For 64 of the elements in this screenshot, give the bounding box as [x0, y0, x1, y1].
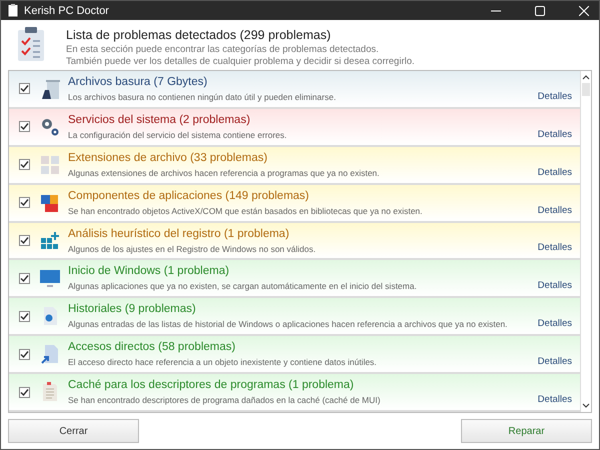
close-dialog-button[interactable]: Cerrar — [8, 419, 139, 443]
category-title: Historiales (9 problemas) — [68, 303, 197, 316]
category-description: El acceso directo hace referencia a un objeto inexistente y contiene datos inútiles. — [68, 357, 378, 368]
category-description: Los archivos basura no contienen ningún dato útil y pueden eliminarse. — [68, 92, 337, 102]
details-link[interactable]: Detalles — [538, 356, 572, 368]
checkbox[interactable] — [19, 386, 30, 398]
details-link[interactable]: Detalles — [538, 318, 572, 330]
checkbox[interactable] — [19, 310, 30, 322]
shortcut-icon — [39, 343, 61, 366]
category-row[interactable]: Archivos basura (7 Gbytes) Los archivos basura no contienen ningún dato útil y pueden eliminarse. Detalles — [9, 71, 580, 109]
repair-button[interactable]: Reparar — [461, 419, 592, 443]
blocks-icon — [39, 230, 61, 252]
scroll-down-icon[interactable] — [582, 403, 590, 409]
header-description: En esta sección puede encontrar las categorías de problemas detectados. — [66, 44, 380, 56]
grid-icon — [39, 154, 61, 176]
category-title: Inicio de Windows (1 problema) — [68, 265, 230, 278]
category-description: Se han encontrado objetos ActiveX/COM que están basados en bibliotecas que ya no existen. — [68, 206, 424, 216]
checkbox[interactable] — [19, 159, 30, 170]
category-description: Algunas entradas de las listas de historial de Windows o aplicaciones hacen referencia a archivos que ya no existen. — [68, 319, 508, 330]
category-row[interactable]: Inicio de Windows (1 problema) Algunas aplicaciones que ya no existen, se cargan automáticamente en el inicio del sistema. Detalles — [9, 260, 580, 298]
category-title: Componentes de aplicaciones (149 problemas) — [68, 190, 310, 202]
details-link[interactable]: Detalles — [538, 280, 572, 292]
category-row[interactable]: Análisis heurístico del registro (1 problema) Algunos de los ajustes en el Registro de Windows no son válidos. Detalles — [9, 222, 580, 260]
monitor-icon — [39, 267, 61, 290]
checkbox[interactable] — [19, 235, 30, 246]
category-row[interactable]: Extensiones de archivo (33 problemas) Algunas extensiones de archivos hacen referencia a programas que ya no existen. Detalles — [9, 146, 580, 185]
category-title: Extensiones de archivo (33 problemas) — [68, 152, 268, 164]
details-link[interactable]: Detalles — [538, 90, 572, 102]
header-title: Lista de problemas detectados (299 problemas) — [66, 28, 332, 42]
category-title: Accesos directos (58 problemas) — [68, 341, 236, 354]
details-link[interactable]: Detalles — [538, 204, 572, 216]
checkbox[interactable] — [19, 197, 30, 208]
category-description: Se han encontrado descriptores de programa dañados en la caché (caché de MUI) — [68, 395, 382, 406]
category-description: Algunos de los ajustes en el Registro de Windows no son válidos. — [68, 244, 317, 254]
category-row[interactable]: Historiales (9 problemas) Algunas entradas de las listas de historial de Windows o aplicaciones hacen referencia a archivos que ya no existen. Detalles — [9, 298, 580, 336]
checkbox[interactable] — [19, 348, 30, 360]
window-title: Kerish PC Doctor — [24, 4, 109, 16]
trash-icon — [39, 78, 61, 100]
category-row[interactable]: Caché para los descriptores de programas (1 problema) Se han encontrado descriptores de programa dañados en la caché (caché de MUI) Detalles — [9, 374, 580, 412]
category-title: Caché para los descriptores de programas (1 problema) — [68, 379, 355, 392]
category-description: Algunas extensiones de archivos hacen referencia a programas que ya no existen. — [68, 168, 380, 178]
category-description: La configuración del servicio del sistema contiene errores. — [68, 130, 288, 140]
category-description: Algunas aplicaciones que ya no existen, se cargan automáticamente en el inicio del sistema. — [68, 281, 418, 292]
scrollbar[interactable] — [580, 71, 591, 412]
checkbox[interactable] — [19, 272, 30, 284]
category-row[interactable]: Componentes de aplicaciones (149 problemas) Se han encontrado objetos ActiveX/COM que están basados en bibliotecas que ya no existen. Detalles — [9, 184, 580, 223]
details-link[interactable]: Detalles — [538, 128, 572, 140]
clipboard-icon — [8, 4, 18, 17]
checkbox[interactable] — [19, 121, 30, 132]
header-description: También puede ver los detalles de cualquier problema y decidir si desea corregirlo. — [66, 56, 415, 68]
scroll-up-icon[interactable] — [582, 74, 590, 80]
category-title: Servicios del sistema (2 problemas) — [68, 114, 252, 126]
category-title: Archivos basura (7 Gbytes) — [68, 76, 208, 88]
scroll-thumb[interactable] — [582, 83, 590, 96]
category-row[interactable]: Accesos directos (58 problemas) El acceso directo hace referencia a un objeto inexistente y contiene datos inútiles. Detalles — [9, 336, 580, 374]
details-link[interactable]: Detalles — [538, 166, 572, 178]
details-link[interactable]: Detalles — [538, 394, 572, 406]
close-button[interactable] — [579, 6, 589, 16]
details-link[interactable]: Detalles — [538, 242, 572, 254]
category-title: Análisis heurístico del registro (1 problema) — [68, 228, 290, 240]
checklist-icon — [18, 27, 44, 61]
maximize-button[interactable] — [535, 6, 545, 16]
category-row[interactable]: Servicios del sistema (2 problemas) La configuración del servicio del sistema contiene errores. Detalles — [9, 108, 580, 147]
checkbox[interactable] — [19, 83, 30, 94]
